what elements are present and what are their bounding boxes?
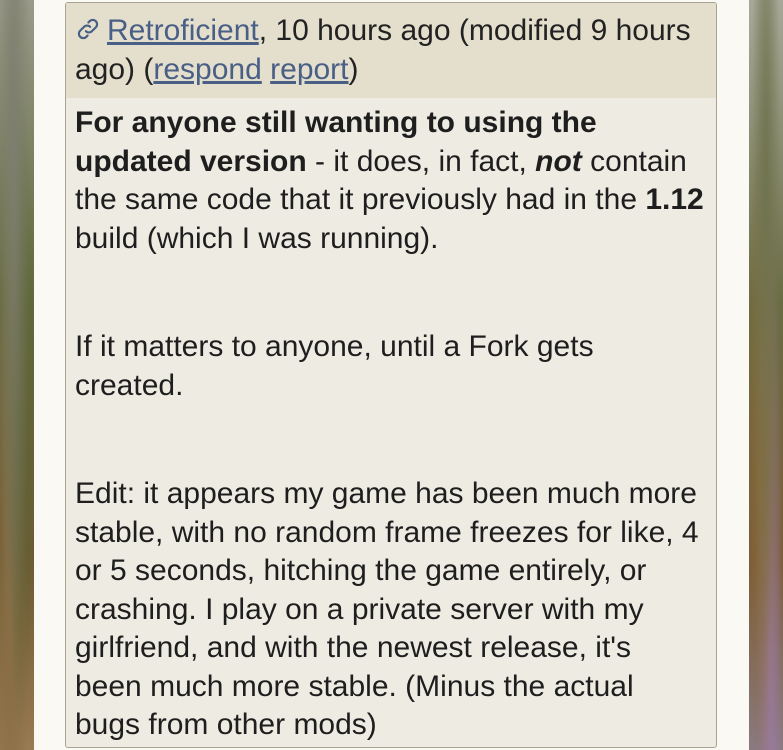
respond-link[interactable]: respond (153, 53, 261, 86)
paragraph-text: build (which I was running). (75, 221, 439, 255)
comment-meta-close: ) (348, 53, 359, 86)
emphasis-not: not (535, 144, 582, 178)
link-icon[interactable] (75, 16, 101, 42)
report-link[interactable]: report (270, 53, 348, 86)
comment-paragraph-1: For anyone still wanting to using the up… (75, 104, 706, 258)
comment-header: Retroficient, 10 hours ago (modified 9 h… (66, 3, 716, 98)
version-number: 1.12 (645, 183, 704, 216)
background-left (0, 0, 34, 750)
paragraph-text: - it does, in fact, (306, 144, 536, 178)
page-container: Retroficient, 10 hours ago (modified 9 h… (34, 0, 749, 750)
author-link[interactable]: Retroficient (107, 14, 259, 47)
comment-card: Retroficient, 10 hours ago (modified 9 h… (65, 2, 717, 748)
comment-body: For anyone still wanting to using the up… (66, 98, 716, 745)
comment-paragraph-3: Edit: it appears my game has been much m… (75, 477, 699, 741)
background-right (749, 0, 783, 750)
comment-paragraph-2: If it matters to anyone, until a Fork ge… (75, 330, 594, 402)
